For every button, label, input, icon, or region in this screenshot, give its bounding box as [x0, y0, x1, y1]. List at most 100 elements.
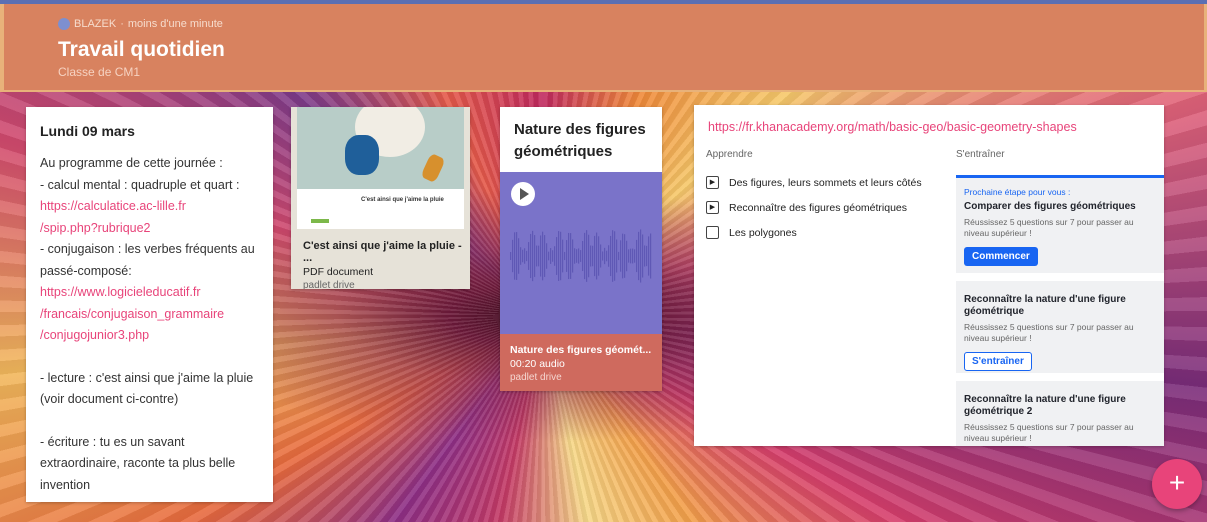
note-line: Au programme de cette journée : — [40, 156, 223, 170]
waveform-bar — [510, 252, 512, 260]
thumbnail-bar — [311, 219, 329, 223]
waveform-bar — [618, 251, 620, 261]
waveform-bar — [534, 235, 536, 277]
practice-button[interactable]: S'entraîner — [964, 352, 1032, 371]
audio-player[interactable] — [500, 172, 662, 334]
waveform-bar — [546, 243, 548, 269]
waveform-bar — [610, 235, 612, 277]
waveform-bar — [594, 235, 596, 277]
waveform-bar — [586, 230, 588, 282]
waveform-bar — [520, 247, 522, 265]
waveform-bar — [544, 235, 546, 277]
note-line: passé-composé: — [40, 263, 132, 278]
waveform-bar — [572, 239, 574, 273]
waveform-bar — [540, 235, 542, 277]
note-link[interactable]: https://www.logicieleducatif.fr — [40, 282, 259, 304]
learn-item-label: Les polygones — [729, 226, 797, 239]
learn-item[interactable]: ▶ Reconnaître des figures géométriques — [706, 201, 907, 214]
add-post-button[interactable]: + — [1152, 459, 1202, 509]
waveform-bar — [574, 248, 576, 264]
note-line: - écriture : tu es un savant — [40, 434, 185, 449]
link-post-khanacademy[interactable]: https://fr.khanacademy.org/math/basic-ge… — [694, 105, 1164, 446]
khan-link[interactable]: https://fr.khanacademy.org/math/basic-ge… — [708, 120, 1077, 134]
thumbnail-title: C'est ainsi que j'aime la pluie — [361, 197, 444, 203]
waveform-bar — [558, 231, 560, 281]
waveform-bar — [646, 245, 648, 267]
waveform-bar — [532, 230, 534, 282]
pdf-type: PDF document — [303, 266, 374, 278]
waveform-bar — [536, 245, 538, 267]
waveform-bar — [548, 251, 550, 261]
author-name[interactable]: BLAZEK — [74, 18, 116, 30]
pdf-caption: C'est ainsi que j'aime la pluie - ... PD… — [303, 240, 470, 289]
waveform-bar — [584, 232, 586, 280]
waveform-bar — [538, 245, 540, 267]
waveform-bar — [530, 233, 532, 279]
timestamp: moins d'une minute — [127, 18, 223, 30]
play-icon[interactable] — [511, 182, 535, 206]
waveform-bar — [616, 239, 618, 273]
waveform-bar — [554, 246, 556, 266]
avatar[interactable] — [58, 18, 70, 30]
waveform-bar — [568, 232, 570, 280]
waveform-bar — [602, 251, 604, 261]
waveform-bar — [634, 249, 636, 263]
pdf-thumbnail[interactable]: C'est ainsi que j'aime la pluie — [297, 107, 464, 229]
learn-item[interactable]: ▶ Des figures, leurs sommets et leurs cô… — [706, 176, 922, 189]
note-line: - lecture : c'est ainsi que j'aime la pl… — [40, 370, 254, 385]
note-line: (voir document ci-contre) — [40, 392, 179, 406]
note-link[interactable]: /spip.php?rubrique2 — [40, 218, 259, 240]
play-icon: ▶ — [706, 176, 719, 189]
audio-post[interactable]: Nature des figures géométriques Nature d… — [500, 107, 662, 391]
waveform-bar — [592, 245, 594, 267]
learn-item-label: Des figures, leurs sommets et leurs côté… — [729, 176, 922, 189]
waveform-bar — [582, 240, 584, 272]
practice-panel: Reconnaître la nature d'une figure géomé… — [956, 281, 1164, 373]
practice-heading: S'entraîner — [956, 149, 1005, 160]
waveform-bar — [644, 245, 646, 267]
note-title: Lundi 09 mars — [40, 123, 135, 139]
audio-title[interactable]: Nature des figures géomét... — [510, 344, 651, 356]
note-line: invention — [40, 477, 91, 492]
panel-description: Réussissez 5 questions sur 7 pour passer… — [964, 322, 1134, 343]
audio-source: padlet drive — [510, 372, 562, 383]
practice-panel: Reconnaître la nature d'une figure géomé… — [956, 381, 1164, 446]
note-line — [40, 347, 259, 368]
pdf-title[interactable]: C'est ainsi que j'aime la pluie - ... — [303, 240, 470, 264]
audio-meta: 00:20 audio — [510, 358, 565, 370]
note-link[interactable]: /francais/conjugaison_grammaire — [40, 304, 259, 326]
start-button[interactable]: Commencer — [964, 247, 1038, 266]
waveform-bar — [564, 251, 566, 261]
note-link[interactable]: https://calculatice.ac-lille.fr — [40, 196, 259, 218]
waveform-bar — [580, 250, 582, 262]
waveform-bar — [622, 233, 624, 279]
waveform-bar — [556, 237, 558, 275]
waveform-bar — [650, 233, 652, 279]
note-body: Au programme de cette journée : - calcul … — [40, 153, 259, 496]
waveform-bar — [596, 232, 598, 280]
waveform-bar — [640, 229, 642, 283]
waveform-bar — [570, 233, 572, 279]
audio-heading: Nature des figures géométriques — [514, 121, 646, 160]
note-post[interactable]: Lundi 09 mars Au programme de cette jour… — [26, 107, 273, 502]
waveform-bar — [642, 234, 644, 278]
waveform-bar — [630, 248, 632, 264]
board-subtitle: Classe de CM1 — [58, 65, 141, 79]
waveform-bar — [608, 245, 610, 267]
note-link[interactable]: /conjugojunior3.php — [40, 325, 259, 347]
note-line — [40, 411, 259, 432]
learn-item[interactable]: Les polygones — [706, 226, 797, 239]
waveform-bar — [576, 249, 578, 263]
author-line: BLAZEK · moins d'une minute — [58, 18, 223, 30]
document-icon — [706, 226, 719, 239]
waveform-bar — [606, 250, 608, 262]
waveform-bar — [566, 240, 568, 272]
panel-title: Reconnaître la nature d'une figure géomé… — [964, 394, 1126, 417]
waveform-bar — [560, 231, 562, 281]
waveform-bar — [614, 231, 616, 281]
waveform-bar — [590, 245, 592, 267]
pdf-post[interactable]: C'est ainsi que j'aime la pluie C'est ai… — [291, 107, 470, 289]
learn-item-label: Reconnaître des figures géométriques — [729, 201, 908, 214]
waveform-bar — [638, 231, 640, 281]
illustration — [297, 107, 464, 189]
